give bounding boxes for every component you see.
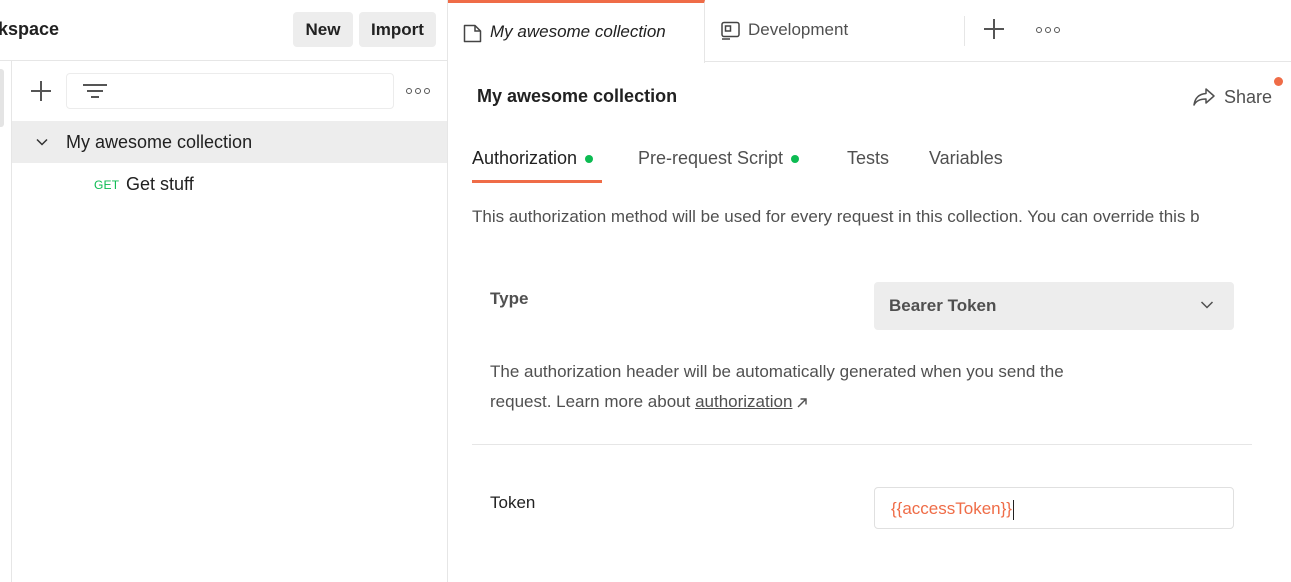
tab-bar: My awesome collection Development <box>448 0 1291 63</box>
request-method-badge: GET <box>94 178 120 192</box>
sidebar-toolbar <box>12 62 447 120</box>
subtab-pre-request-script[interactable]: Pre-request Script <box>638 148 800 169</box>
share-button[interactable]: Share <box>1192 84 1272 110</box>
help-line-1: The authorization header will be automat… <box>490 362 1064 381</box>
token-label: Token <box>490 493 536 512</box>
filter-icon <box>83 83 107 99</box>
import-button[interactable]: Import <box>359 12 436 47</box>
chevron-down-icon <box>1200 301 1214 309</box>
subtab-variables[interactable]: Variables <box>929 148 1003 169</box>
share-label: Share <box>1224 86 1273 107</box>
subtab-label: Variables <box>929 148 1003 168</box>
main-panel: My awesome collection Development My awe… <box>448 0 1291 582</box>
workspace-title: kspace <box>0 19 60 39</box>
add-collection-icon[interactable] <box>30 80 52 102</box>
help-line-2: request. Learn more about authorization <box>490 387 1190 417</box>
auth-type-select[interactable]: Bearer Token <box>874 282 1234 330</box>
token-input[interactable]: {{accessToken}} <box>874 487 1234 529</box>
sidebar-rail <box>0 61 12 582</box>
active-subtab-underline <box>472 180 602 183</box>
auth-type-value: Bearer Token <box>889 296 997 315</box>
request-name: Get stuff <box>126 174 194 194</box>
tab-label: Development <box>748 20 849 39</box>
collection-icon <box>463 24 482 43</box>
collection-name: My awesome collection <box>66 132 253 152</box>
status-dot <box>585 154 594 163</box>
page-title: My awesome collection <box>477 86 678 106</box>
sidebar: kspace New Import My awesome collection … <box>0 0 448 582</box>
tab-development[interactable]: Development <box>706 0 966 62</box>
chevron-down-icon[interactable] <box>36 136 48 148</box>
type-label: Type <box>490 289 529 308</box>
help-line-2-text: request. Learn more about <box>490 392 696 411</box>
section-divider <box>472 444 1252 445</box>
external-link-icon <box>797 397 808 408</box>
authorization-link[interactable]: authorization <box>695 392 792 411</box>
tab-separator <box>964 16 965 46</box>
request-item[interactable]: GET Get stuff <box>12 163 447 205</box>
tab-my-awesome-collection[interactable]: My awesome collection <box>448 0 705 63</box>
rail-selected-marker <box>0 69 4 127</box>
new-button[interactable]: New <box>293 12 353 47</box>
subtab-label: Tests <box>847 148 890 168</box>
filter-input[interactable] <box>66 73 394 109</box>
tab-label: My awesome collection <box>490 22 666 41</box>
subtab-label: Pre-request Script <box>638 148 784 168</box>
new-tab-icon[interactable] <box>984 19 1004 39</box>
auth-description: This authorization method will be used f… <box>472 207 1200 226</box>
subtab-tests[interactable]: Tests <box>847 148 889 169</box>
tab-more-icon[interactable] <box>1036 22 1060 38</box>
auth-help-text: The authorization header will be automat… <box>490 357 1190 417</box>
share-icon <box>1193 88 1215 106</box>
collection-item[interactable]: My awesome collection <box>12 121 447 163</box>
sidebar-header: kspace New Import <box>0 0 447 61</box>
status-dot <box>791 154 800 163</box>
subtab-label: Authorization <box>472 148 578 168</box>
token-value-text: {{accessToken}} <box>891 499 1012 518</box>
environment-icon <box>721 21 740 40</box>
text-caret <box>1012 499 1014 520</box>
token-value: {{accessToken}} <box>891 499 1014 520</box>
more-options-icon[interactable] <box>406 83 430 99</box>
subtab-authorization[interactable]: Authorization <box>472 148 594 169</box>
notification-dot <box>1274 77 1283 86</box>
